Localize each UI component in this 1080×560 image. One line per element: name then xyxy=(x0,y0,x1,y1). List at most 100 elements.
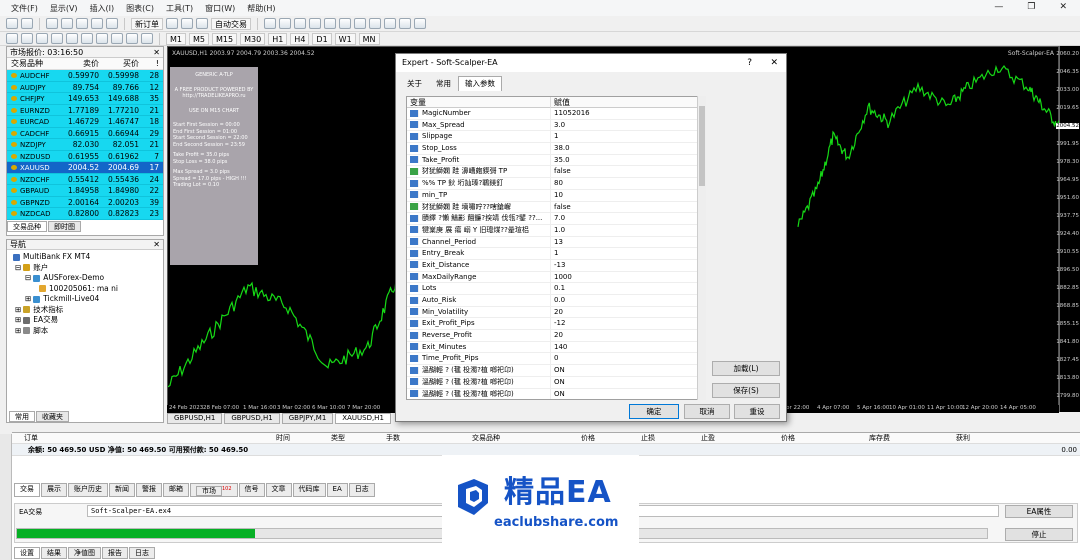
param-value[interactable]: 11052016 xyxy=(551,108,705,119)
col-variable[interactable]: 变量 xyxy=(407,97,551,108)
vertical-line-icon[interactable] xyxy=(36,33,48,44)
param-value[interactable]: 140 xyxy=(551,342,705,353)
tab-settings[interactable]: 设置 xyxy=(14,547,40,559)
market-watch-row[interactable]: NZDCAD 0.82800 0.82823 23 xyxy=(7,208,163,220)
tree-experts[interactable]: ⊞ EA交易 xyxy=(9,315,163,326)
param-value[interactable]: 35.0 xyxy=(551,155,705,166)
col-sl[interactable]: 止损 xyxy=(599,433,659,444)
arrows-icon[interactable] xyxy=(141,33,153,44)
input-param-row[interactable]: MagicNumber 11052016 xyxy=(407,108,705,120)
tf-m15[interactable]: M15 xyxy=(212,32,238,45)
ea-properties-button[interactable]: EA属性 xyxy=(1005,505,1073,518)
col-price2[interactable]: 价格 xyxy=(719,433,799,444)
tab-common[interactable]: 常用 xyxy=(429,76,458,91)
param-value[interactable]: -12 xyxy=(551,318,705,329)
menu-file[interactable]: 文件(F) xyxy=(6,3,43,14)
param-value[interactable]: 80 xyxy=(551,178,705,189)
tab-graph[interactable]: 净值图 xyxy=(68,547,101,559)
input-param-row[interactable]: 溫醐輕 ? (毽 杸濁?植 啷祀卬) ON xyxy=(407,376,705,389)
market-watch-row[interactable]: EURCAD 1.46729 1.46747 18 xyxy=(7,116,163,128)
input-param-row[interactable]: Stop_Loss 38.0 xyxy=(407,143,705,155)
input-param-row[interactable]: MaxDailyRange 1000 xyxy=(407,271,705,284)
cancel-button[interactable]: 取消 xyxy=(684,404,730,419)
input-param-row[interactable]: Min_Volatility 20 xyxy=(407,306,705,319)
menu-tools[interactable]: 工具(T) xyxy=(161,3,198,14)
input-param-row[interactable]: 溫醐輕 ? (毽 杸濁?植 啷祀卬) ON xyxy=(407,388,705,399)
col-ask[interactable]: 买价 xyxy=(101,58,141,70)
vps-icon[interactable] xyxy=(196,18,208,29)
col-price[interactable]: 价格 xyxy=(504,433,599,444)
menu-help[interactable]: 帮助(H) xyxy=(242,3,280,14)
navigator-icon[interactable] xyxy=(76,18,88,29)
candles-icon[interactable] xyxy=(279,18,291,29)
zoom-out-icon[interactable] xyxy=(324,18,336,29)
market-watch-row[interactable]: NZDCHF 0.55412 0.55436 24 xyxy=(7,173,163,185)
chart-tab[interactable]: GBPUSD,H1 xyxy=(167,413,223,424)
input-param-row[interactable]: 犲犹鰤嫻 跬 濞嶆皰鍥彁 TP false xyxy=(407,166,705,179)
input-param-row[interactable]: min_TP 10 xyxy=(407,189,705,202)
tab-about[interactable]: 关于 xyxy=(400,76,429,91)
tab-market[interactable]: 市场 102 xyxy=(190,483,238,498)
param-value[interactable]: 20 xyxy=(551,307,705,318)
tab-experts[interactable]: EA xyxy=(326,483,348,498)
input-param-row[interactable]: 賾鐸 ?懶 鱔彲 翸鐮?揬靖 伐瓴?鐾 ??... 7.0 xyxy=(407,213,705,225)
help-icon[interactable]: ? xyxy=(747,54,752,72)
tab-exposure[interactable]: 展示 xyxy=(41,483,67,498)
bar-chart-icon[interactable] xyxy=(264,18,276,29)
restore-icon[interactable]: ❐ xyxy=(1022,2,1040,12)
close-icon[interactable]: ✕ xyxy=(1054,2,1072,12)
stop-button[interactable]: 停止 xyxy=(1005,528,1073,541)
tab-signals[interactable]: 信号 xyxy=(238,483,265,498)
crosshair-icon[interactable] xyxy=(21,33,33,44)
label-icon[interactable] xyxy=(126,33,138,44)
market-watch-row[interactable]: NZDJPY 82.030 82.051 21 xyxy=(7,139,163,151)
tab-news[interactable]: 新闻 xyxy=(109,483,135,498)
param-value[interactable]: 7.0 xyxy=(551,213,705,224)
save-button[interactable]: 保存(S) xyxy=(712,383,780,398)
param-value[interactable]: false xyxy=(551,202,705,213)
tab-log[interactable]: 日志 xyxy=(129,547,155,559)
tree-server-demo[interactable]: ⊟ AUSForex-Demo xyxy=(9,273,163,284)
close-icon[interactable]: ✕ xyxy=(770,54,778,72)
input-param-row[interactable]: Reverse_Profit 20 xyxy=(407,330,705,342)
autoscroll-icon[interactable] xyxy=(354,18,366,29)
market-watch-row[interactable]: CHFJPY 149.653 149.688 35 xyxy=(7,93,163,105)
input-param-row[interactable]: Channel_Period 13 xyxy=(407,236,705,249)
indicators-icon[interactable] xyxy=(384,18,396,29)
col-value[interactable]: 赋值 xyxy=(551,97,705,108)
tab-results[interactable]: 结果 xyxy=(41,547,67,559)
input-param-row[interactable]: 犍嶪庚 展 瘍 嵶 Y 旧璁煤??曐瑄梠 1.0 xyxy=(407,224,705,237)
tf-w1[interactable]: W1 xyxy=(334,32,356,45)
tab-journal[interactable]: 日志 xyxy=(348,483,375,498)
col-symbol[interactable]: 交易品种 xyxy=(7,58,61,70)
tab-inputs[interactable]: 输入参数 xyxy=(458,76,502,91)
close-icon[interactable]: ✕ xyxy=(153,47,160,58)
tf-m1[interactable]: M1 xyxy=(166,32,186,45)
tree-accounts[interactable]: ⊟ 账户 xyxy=(9,263,163,274)
tf-d1[interactable]: D1 xyxy=(312,32,332,45)
input-param-row[interactable]: Exit_Distance -13 xyxy=(407,259,705,272)
param-value[interactable]: 10 xyxy=(551,190,705,201)
param-value[interactable]: 20 xyxy=(551,330,705,341)
param-value[interactable]: 0 xyxy=(551,353,705,364)
input-param-row[interactable]: %% TP 鈥 垳訕瑧?鶤鎂釘 80 xyxy=(407,178,705,190)
tab-symbols[interactable]: 交易品种 xyxy=(7,220,47,232)
ok-button[interactable]: 确定 xyxy=(629,404,679,419)
param-value[interactable]: ON xyxy=(551,365,705,376)
menu-insert[interactable]: 插入(I) xyxy=(85,3,120,14)
input-param-row[interactable]: Take_Profit 35.0 xyxy=(407,154,705,167)
market-watch-row[interactable]: GBPAUD 1.84958 1.84980 22 xyxy=(7,185,163,197)
input-param-row[interactable]: Exit_Minutes 140 xyxy=(407,341,705,354)
cursor-icon[interactable] xyxy=(6,33,18,44)
text-icon[interactable] xyxy=(111,33,123,44)
param-value[interactable]: 1 xyxy=(551,248,705,259)
input-param-row[interactable]: 溫醐輕 ? (毽 杸濁?植 啷祀卬) ON xyxy=(407,365,705,377)
col-order[interactable]: 订单 xyxy=(24,433,174,444)
chart-shift-icon[interactable] xyxy=(369,18,381,29)
tester-icon[interactable] xyxy=(106,18,118,29)
market-watch-row[interactable]: XAUUSD 2004.52 2004.69 17 xyxy=(7,162,163,174)
col-swap[interactable]: 库存费 xyxy=(799,433,894,444)
line-chart-icon[interactable] xyxy=(294,18,306,29)
templates-icon[interactable] xyxy=(414,18,426,29)
param-value[interactable]: 38.0 xyxy=(551,143,705,154)
